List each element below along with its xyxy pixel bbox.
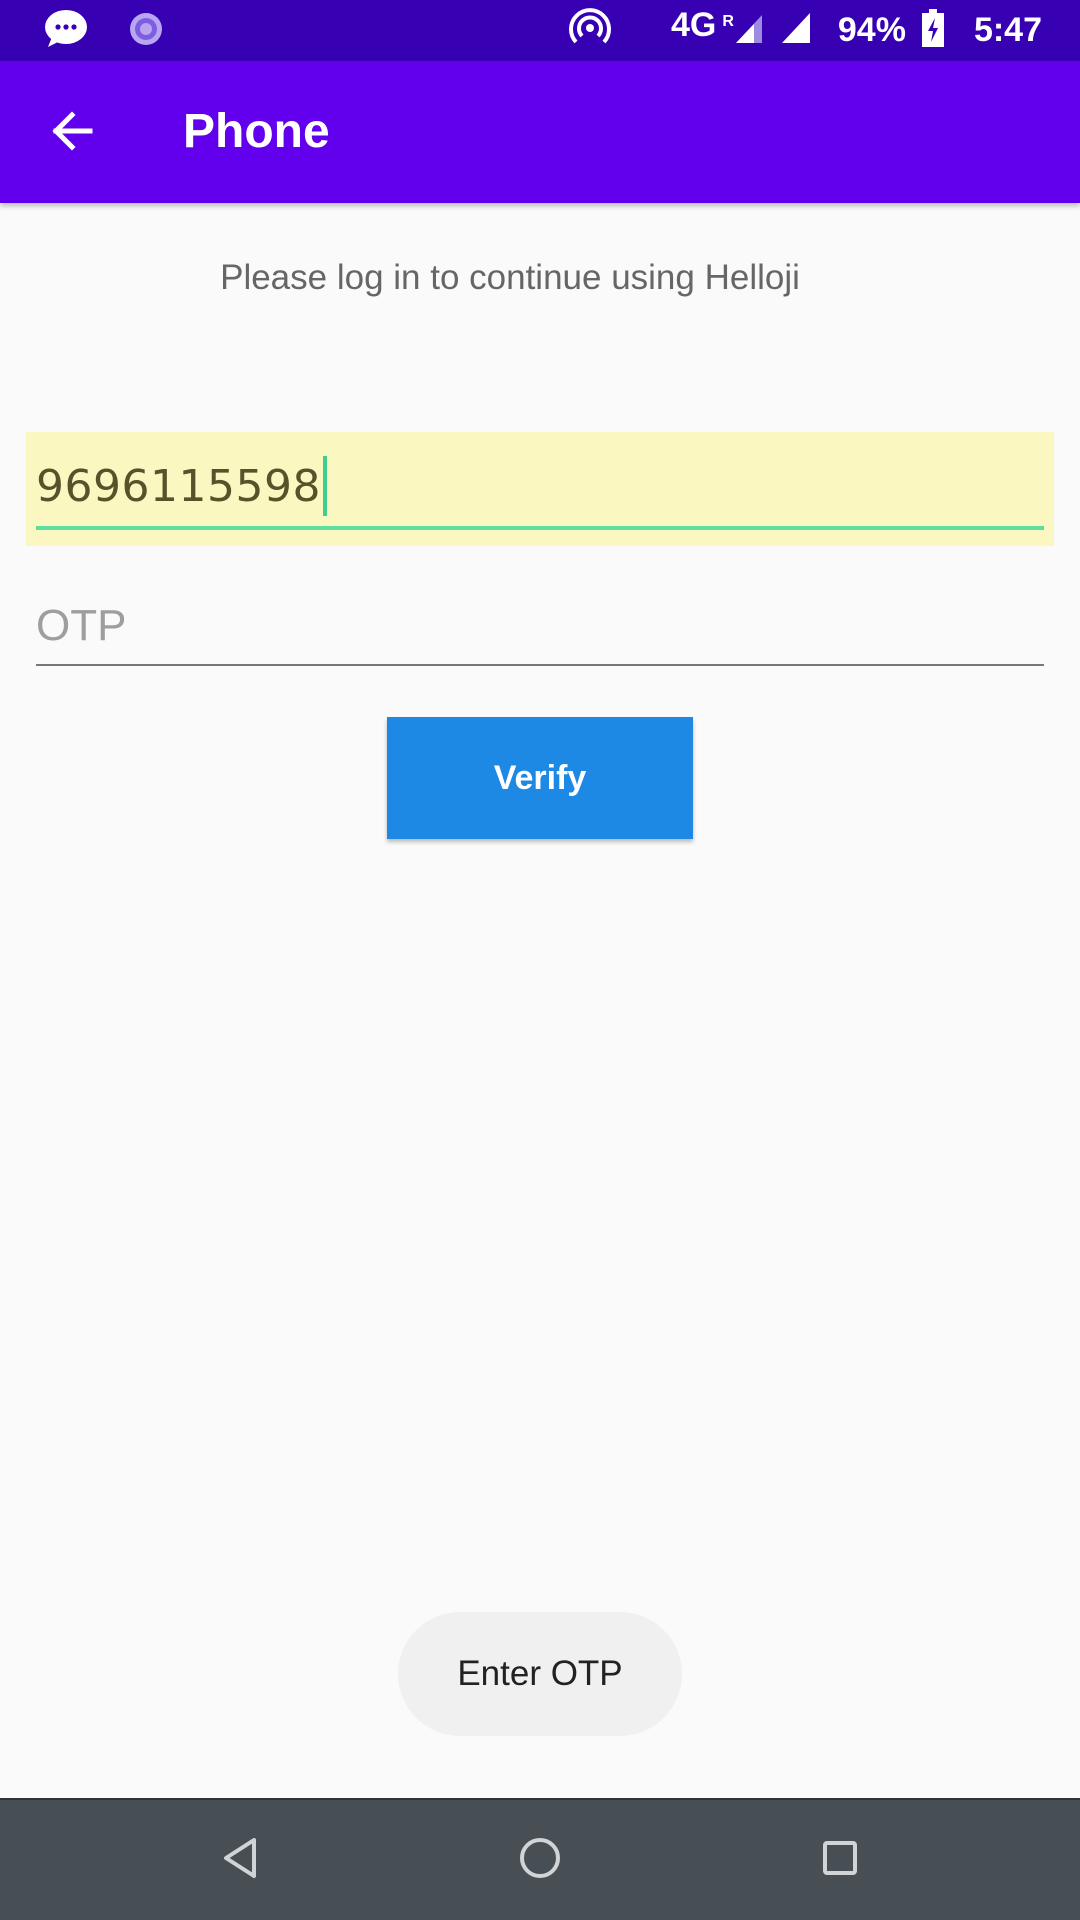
signal-icon bbox=[780, 11, 812, 50]
page-title: Phone bbox=[183, 105, 330, 158]
verify-button[interactable]: Verify bbox=[387, 717, 693, 839]
phone-field-underline bbox=[36, 526, 1044, 530]
chat-bubble-icon bbox=[44, 9, 88, 54]
battery-percent: 94% bbox=[837, 11, 906, 49]
status-time: 5:47 bbox=[973, 11, 1042, 49]
network-type-label: 4G bbox=[670, 6, 717, 44]
nav-home-icon bbox=[518, 1836, 562, 1885]
hotspot-icon bbox=[568, 7, 611, 54]
otp-field-underline bbox=[36, 664, 1044, 666]
nav-recents-button[interactable] bbox=[810, 1830, 870, 1890]
navigation-bar bbox=[0, 1798, 1080, 1920]
arrow-back-icon bbox=[48, 107, 96, 160]
signal-icon bbox=[734, 11, 764, 50]
login-screen: 4G R 94% 5:47 Phone Please log in to con… bbox=[0, 0, 1080, 1920]
otp-input[interactable] bbox=[36, 590, 1044, 662]
roaming-label: R bbox=[722, 12, 734, 30]
sync-icon bbox=[128, 11, 164, 52]
toast-message: Enter OTP bbox=[398, 1612, 682, 1736]
battery-charging-icon bbox=[921, 9, 944, 52]
nav-back-icon bbox=[220, 1836, 260, 1885]
login-subtitle: Please log in to continue using Helloji bbox=[220, 258, 800, 297]
phone-number-value: 9696115598 bbox=[36, 460, 321, 512]
nav-back-button[interactable] bbox=[210, 1830, 270, 1890]
nav-recents-icon bbox=[820, 1838, 860, 1883]
back-button[interactable] bbox=[40, 101, 104, 165]
nav-home-button[interactable] bbox=[510, 1830, 570, 1890]
otp-field-container bbox=[36, 590, 1044, 666]
status-bar: 4G R 94% 5:47 bbox=[0, 0, 1080, 61]
app-bar: Phone bbox=[0, 61, 1080, 203]
text-cursor bbox=[322, 456, 327, 516]
phone-number-field[interactable]: 9696115598 bbox=[26, 432, 1054, 546]
